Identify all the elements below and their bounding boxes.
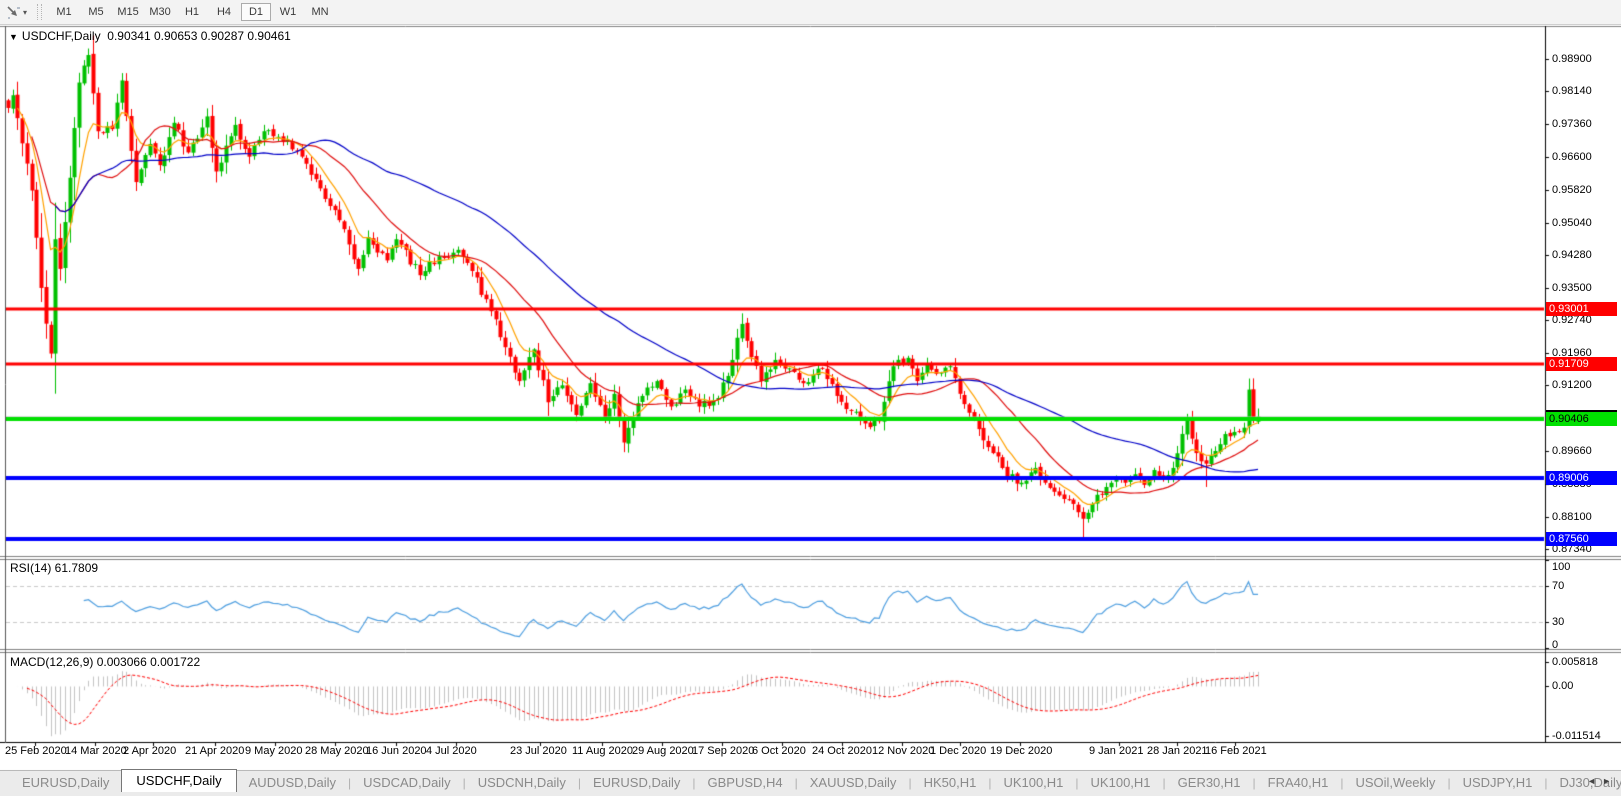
tab-uk100-h1[interactable]: UK100,H1 [991,772,1075,792]
tab-fra40-h1[interactable]: FRA40,H1 [1256,772,1341,792]
timeframe-toolbar: ▾ M1M5M15M30H1H4D1W1MN [0,0,1621,25]
trading-app-window: ▾ M1M5M15M30H1H4D1W1MN ▼ USDCHF,Daily 0.9… [0,0,1621,796]
chart-canvas[interactable] [0,0,1621,796]
tab-usdchf-daily[interactable]: USDCHF,Daily [121,769,236,792]
timeframe-button-W1[interactable]: W1 [273,3,303,21]
tab-scroll-arrows[interactable]: ◄► [1587,776,1617,786]
chart-title: ▼ USDCHF,Daily 0.90341 0.90653 0.90287 0.… [9,29,291,43]
tool-dropdown-caret[interactable]: ▾ [23,8,27,17]
tab-usoil-weekly[interactable]: USOil,Weekly [1343,772,1447,792]
chart-ohlc-values: 0.90341 0.90653 0.90287 0.90461 [107,29,291,43]
tab-ger30-h1[interactable]: GER30,H1 [1166,772,1253,792]
toolbar-grip [37,4,42,20]
tab-eurusd-daily[interactable]: EURUSD,Daily [10,772,121,792]
timeframe-button-H4[interactable]: H4 [209,3,239,21]
tab-audusd-daily[interactable]: AUDUSD,Daily [237,772,348,792]
timeframe-button-M15[interactable]: M15 [113,3,143,21]
tab-usdjpy-h1[interactable]: USDJPY,H1 [1451,772,1545,792]
chart-tab-bar: EURUSD,DailyUSDCHF,DailyAUDUSD,Daily|USD… [0,770,1621,796]
tab-hk50-h1[interactable]: HK50,H1 [912,772,989,792]
tab-uk100-h1[interactable]: UK100,H1 [1079,772,1163,792]
chart-symbol-period: USDCHF,Daily [22,29,101,43]
tab-eurusd-daily[interactable]: EURUSD,Daily [581,772,692,792]
timeframe-button-M1[interactable]: M1 [49,3,79,21]
timeframe-button-D1[interactable]: D1 [241,3,271,21]
tab-usdcnh-daily[interactable]: USDCNH,Daily [466,772,578,792]
tab-scroll-left-icon: ◄ [1587,776,1602,786]
timeframe-buttons: M1M5M15M30H1H4D1W1MN [48,0,336,24]
macd-label: MACD(12,26,9) 0.003066 0.001722 [10,655,200,669]
timeframe-button-M30[interactable]: M30 [145,3,175,21]
chart-menu-caret[interactable]: ▼ [9,32,18,42]
timeframe-button-M5[interactable]: M5 [81,3,111,21]
timeframe-button-MN[interactable]: MN [305,3,335,21]
crosshair-tool-icon[interactable] [4,4,22,20]
tab-usdcad-daily[interactable]: USDCAD,Daily [351,772,462,792]
timeframe-button-H1[interactable]: H1 [177,3,207,21]
tab-xauusd-daily[interactable]: XAUUSD,Daily [798,772,909,792]
rsi-label: RSI(14) 61.7809 [10,561,98,575]
tab-scroll-right-icon: ► [1602,776,1617,786]
chart-tabs: EURUSD,DailyUSDCHF,DailyAUDUSD,Daily|USD… [10,771,1621,792]
tab-gbpusd-h4[interactable]: GBPUSD,H4 [695,772,794,792]
